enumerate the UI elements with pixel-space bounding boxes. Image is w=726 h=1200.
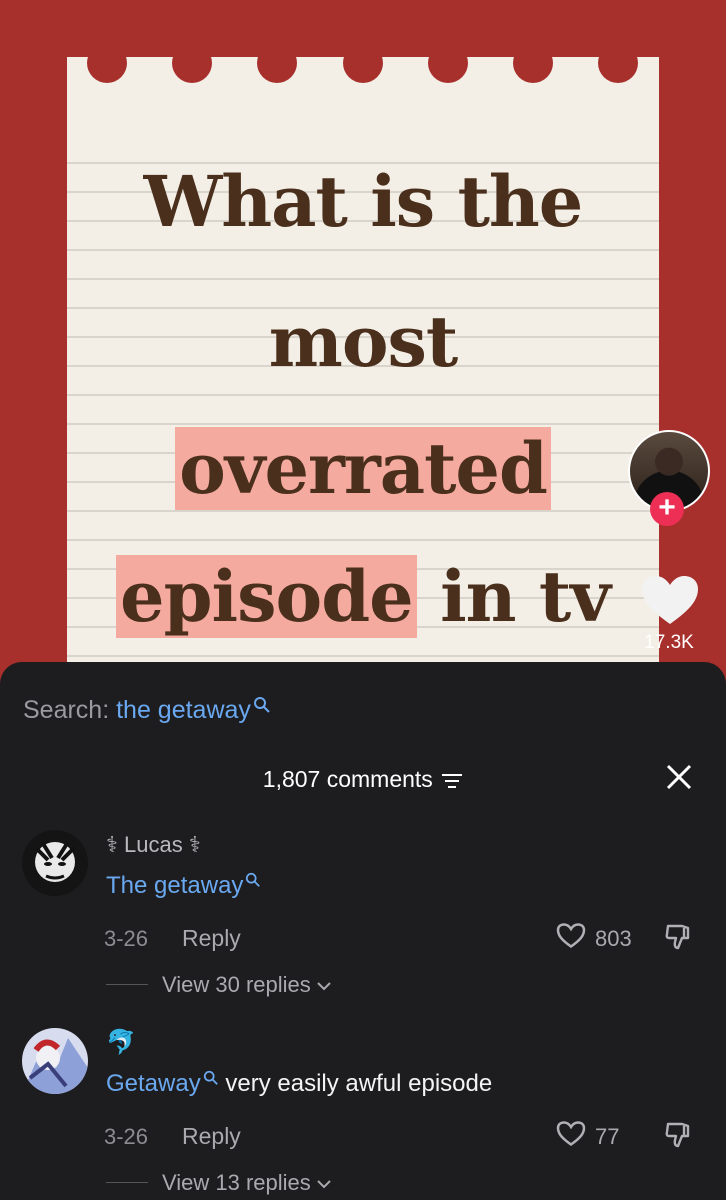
divider bbox=[106, 984, 148, 985]
highlighted-word: episode bbox=[116, 555, 417, 638]
dislike-icon[interactable] bbox=[664, 1120, 694, 1150]
like-count: 17.3K bbox=[644, 632, 694, 653]
sword-icon: ⚕ bbox=[106, 832, 118, 857]
comment-search-link[interactable]: The getaway bbox=[106, 872, 243, 899]
search-icon[interactable] bbox=[253, 696, 271, 714]
close-icon[interactable] bbox=[664, 762, 694, 792]
comment-text: Getaway very easily awful episode bbox=[106, 1070, 493, 1097]
creator-avatar[interactable]: + bbox=[628, 430, 712, 526]
reply-button[interactable]: Reply bbox=[182, 925, 241, 952]
comment-date: 3-26 bbox=[104, 926, 149, 951]
search-icon[interactable] bbox=[203, 1070, 219, 1086]
filter-icon[interactable] bbox=[441, 772, 463, 790]
comment-search-link[interactable]: Getaway bbox=[106, 1070, 201, 1097]
video-title-line-4: episode in tv bbox=[67, 555, 659, 638]
view-replies-button[interactable]: View 13 replies bbox=[162, 1170, 331, 1196]
video-player[interactable]: What is the most overrated episode in tv… bbox=[0, 0, 726, 700]
heart-icon[interactable] bbox=[556, 922, 586, 949]
video-title-line-3: overrated bbox=[67, 427, 659, 510]
comment-text: The getaway bbox=[106, 872, 261, 900]
comment-date: 3-26 bbox=[104, 1124, 149, 1149]
chevron-down-icon bbox=[317, 981, 331, 991]
dislike-icon[interactable] bbox=[664, 922, 694, 952]
comments-sheet: Search: the getaway 1,807 comments ⚕ Luc… bbox=[0, 662, 726, 1200]
avatar[interactable] bbox=[22, 1028, 88, 1094]
view-replies-button[interactable]: View 30 replies bbox=[162, 972, 331, 998]
divider bbox=[106, 1182, 148, 1183]
search-prefix: Search: bbox=[23, 696, 117, 724]
search-term-link[interactable]: the getaway bbox=[116, 696, 251, 724]
avatar[interactable] bbox=[22, 830, 88, 896]
video-title-line-1: What is the bbox=[143, 160, 584, 243]
comment-like-count: 803 bbox=[595, 926, 632, 951]
search-suggestion[interactable]: Search: the getaway bbox=[23, 696, 271, 725]
sword-icon: ⚕ bbox=[188, 832, 201, 857]
reply-button[interactable]: Reply bbox=[182, 1123, 241, 1150]
chevron-down-icon bbox=[317, 1179, 331, 1189]
notepad-graphic: What is the most overrated episode in tv bbox=[67, 43, 659, 700]
comment-like-count: 77 bbox=[595, 1124, 620, 1149]
video-title-line-2: most bbox=[268, 300, 459, 383]
comment-count: 1,807 comments bbox=[262, 766, 433, 792]
follow-button[interactable]: + bbox=[650, 492, 684, 526]
highlighted-word: overrated bbox=[175, 427, 551, 510]
comments-header: 1,807 comments bbox=[0, 766, 726, 793]
heart-icon[interactable] bbox=[556, 1120, 586, 1147]
search-icon[interactable] bbox=[245, 872, 261, 888]
comment-username[interactable]: ⚕ Lucas ⚕ bbox=[106, 832, 201, 858]
comment-username[interactable]: 🐬 bbox=[106, 1028, 136, 1057]
heart-icon[interactable] bbox=[640, 574, 700, 626]
